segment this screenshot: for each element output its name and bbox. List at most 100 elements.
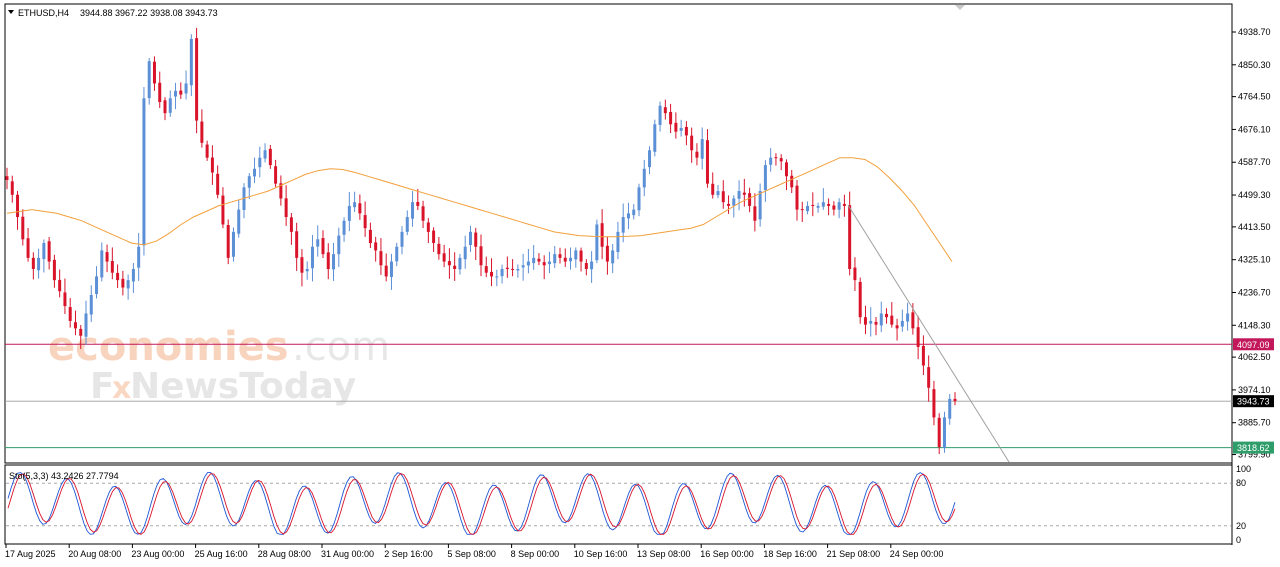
candle-body [753,206,757,221]
time-tick-label: 31 Aug 00:00 [321,549,374,559]
candle-body [158,82,162,103]
price-tick-label: 3974.10 [1238,385,1271,395]
candle-body [716,191,720,196]
candle-body [690,135,694,151]
candle-body [152,61,156,84]
candle-body [447,261,451,266]
candle-body [126,280,130,289]
candle-body [937,417,941,448]
candle-body [748,193,752,206]
candle-body [595,224,599,261]
candle-body [168,98,172,113]
candle-body [490,271,494,277]
stoch-axis-label: 0 [1236,535,1241,545]
support-price-label: 3818.62 [1237,443,1270,453]
candle-body [569,257,573,262]
price-tick-label: 4236.70 [1238,287,1271,297]
candle-body [342,220,346,235]
time-tick-label: 10 Sep 16:00 [574,549,628,559]
candle-body [584,263,588,269]
candle-body [58,279,62,292]
candle-body [210,157,214,173]
candle-body [532,257,536,264]
candle-body [679,127,683,131]
candle-body [563,257,567,262]
stoch-axis-label: 100 [1236,464,1251,474]
candle-body [790,175,794,188]
candle-body [474,232,478,247]
candle-body [432,230,436,244]
price-tick-label: 4850.30 [1238,60,1271,70]
candle-body [848,205,852,269]
candle-body [116,272,120,281]
price-tick-label: 4764.50 [1238,92,1271,102]
candle-body [621,217,625,233]
candle-body [900,320,904,327]
candle-body [100,250,104,278]
candle-body [632,209,636,216]
candle-body [205,144,209,158]
candle-body [827,203,831,206]
candle-body [727,203,731,206]
candle-body [558,254,562,258]
price-tick-label: 4148.30 [1238,320,1271,330]
candle-body [416,201,420,206]
candle-body [305,268,309,272]
candle-body [21,216,25,240]
candle-body [637,187,641,211]
candle-body [189,38,193,86]
time-tick-label: 25 Aug 16:00 [195,549,248,559]
watermark-x: x [112,371,131,406]
price-tick-label: 3885.70 [1238,418,1271,428]
candle-body [347,205,351,221]
candle-body [63,292,67,307]
candle-body [326,252,330,269]
candle-body [684,126,688,136]
candle-body [216,173,220,195]
time-tick-label: 17 Aug 2025 [5,549,56,559]
candle-body [721,191,725,203]
candle-body [26,238,30,258]
candle-body [437,243,441,255]
candle-body [110,261,114,273]
candle-body [5,176,9,180]
candle-body [542,262,546,266]
candle-body [300,257,304,273]
candle-body [626,213,630,219]
oscillator-label: Sto(5,3,3) 43.2426 27.7794 [9,471,119,481]
candle-body [147,61,151,99]
candle-body [800,209,804,211]
candle-body [368,229,372,244]
price-tick-label: 4587.70 [1238,157,1271,167]
candle-body [642,168,646,188]
candle-body [600,223,604,247]
candle-body [737,191,741,199]
candle-body [105,252,109,262]
candle-body [705,140,709,184]
candle-body [784,162,788,177]
candle-body [921,345,925,366]
candle-body [590,261,594,270]
candle-body [52,259,56,281]
candle-body [526,261,530,266]
candle-body [142,98,146,246]
candle-body [553,254,557,264]
candle-body [948,398,952,419]
candle-body [916,327,920,347]
candle-body [47,241,51,262]
candle-body [263,150,267,159]
candle-body [237,209,241,234]
candle-body [700,139,704,159]
candle-body [221,195,225,225]
candle-body [68,307,72,321]
candle-body [711,183,715,195]
candle-body [42,243,46,260]
candle-body [384,265,388,277]
time-tick-label: 8 Sep 00:00 [511,549,560,559]
price-tick-label: 4499.30 [1238,190,1271,200]
candle-body [274,166,278,184]
time-tick-label: 24 Sep 00:00 [890,549,944,559]
chart-canvas: ETHUSD,H4 3944.88 3967.22 3938.08 3943.7… [4,3,1274,559]
candle-body [885,313,889,318]
candle-body [353,202,357,208]
